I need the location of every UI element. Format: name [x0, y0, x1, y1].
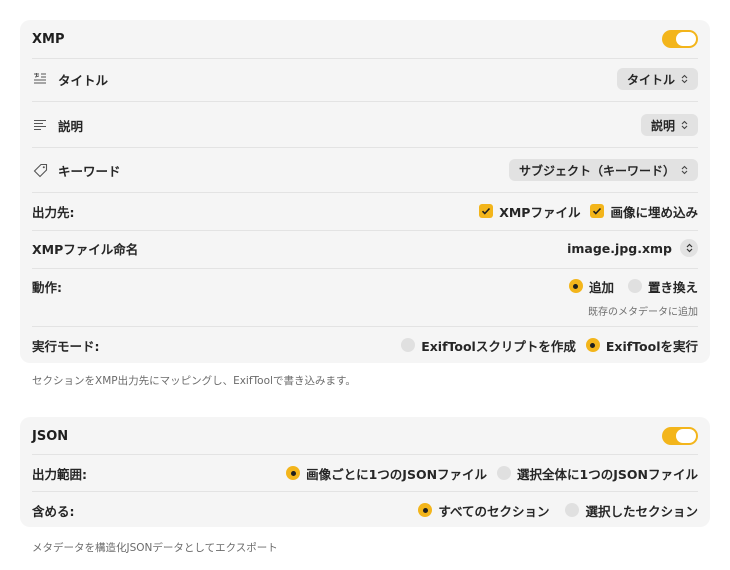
output-label: 出力先:: [32, 204, 75, 220]
toggle-knob: [676, 32, 696, 46]
divider: [32, 58, 698, 59]
chevron-updown-icon: [681, 165, 688, 175]
divider: [32, 230, 698, 231]
description-icon: [32, 117, 48, 133]
action-add-radio[interactable]: 追加: [568, 277, 614, 296]
checkmark-icon: [479, 204, 494, 218]
radio-selected-icon: [418, 503, 433, 517]
divider: [32, 454, 698, 455]
radio-selected-icon: [585, 338, 600, 352]
action-replace-label: 置き換え: [647, 279, 698, 295]
radio-selected-icon: [286, 466, 301, 480]
action-hint: 既存のメタデータに追加: [588, 307, 698, 318]
divider: [32, 192, 698, 193]
include-selected-radio[interactable]: 選択したセクション: [565, 501, 698, 520]
mode-run-label: ExifToolを実行: [605, 338, 698, 354]
output-xmp-file-label: XMPファイル: [499, 204, 581, 220]
tag-icon: [32, 162, 48, 178]
description-label: 説明: [58, 118, 84, 134]
mode-script-radio[interactable]: ExifToolスクリプトを作成: [401, 336, 576, 355]
chevron-updown-icon: [681, 120, 688, 130]
action-add-label: 追加: [588, 279, 614, 295]
toggle-knob: [676, 429, 696, 443]
divider: [32, 491, 698, 492]
radio-unselected-icon: [497, 466, 512, 480]
action-label: 動作:: [32, 279, 62, 295]
output-embed-label: 画像に埋め込み: [610, 204, 698, 220]
filename-value: image.jpg.xmp: [567, 240, 672, 256]
json-section: JSON 出力範囲: 画像ごとに1つのJSONファイル 選択全体に1つのJSON…: [20, 417, 710, 527]
xmp-toggle[interactable]: [662, 30, 698, 48]
json-section-title: JSON: [32, 428, 69, 444]
mode-script-label: ExifToolスクリプトを作成: [421, 338, 576, 354]
radio-unselected-icon: [565, 503, 580, 517]
filename-label: XMPファイル命名: [32, 241, 139, 257]
divider: [32, 101, 698, 102]
json-footer-note: メタデータを構造化JSONデータとしてエクスポート: [32, 542, 278, 554]
keywords-label: キーワード: [58, 163, 121, 179]
json-toggle[interactable]: [662, 427, 698, 445]
scope-single-radio[interactable]: 選択全体に1つのJSONファイル: [497, 464, 698, 483]
title-label: タイトル: [58, 72, 109, 88]
scope-per-image-radio[interactable]: 画像ごとに1つのJSONファイル: [286, 464, 487, 483]
action-replace-radio[interactable]: 置き換え: [627, 277, 698, 296]
title-popup-value: タイトル: [626, 72, 675, 87]
radio-selected-icon: [568, 279, 583, 293]
scope-label: 出力範囲:: [32, 466, 87, 482]
output-xmp-file-checkbox[interactable]: XMPファイル: [479, 202, 580, 221]
include-all-label: すべてのセクション: [438, 503, 550, 519]
chevron-updown-icon: [681, 74, 688, 84]
include-selected-label: 選択したセクション: [585, 503, 698, 519]
radio-unselected-icon: [627, 279, 642, 293]
scope-single-label: 選択全体に1つのJSONファイル: [517, 466, 698, 482]
title-popup[interactable]: タイトル: [616, 68, 698, 90]
description-popup-value: 説明: [650, 118, 675, 133]
keywords-popup[interactable]: サブジェクト（キーワード）: [508, 159, 698, 181]
divider: [32, 268, 698, 269]
keywords-popup-value: サブジェクト（キーワード）: [518, 163, 675, 178]
xmp-section: XMP タイトル タイトル 説明 説明 キーワード サブジェクト（キーワード） …: [20, 20, 710, 363]
xmp-footer-note: セクションをXMP出力先にマッピングし、ExifToolで書き込みます。: [32, 375, 356, 387]
divider: [32, 326, 698, 327]
mode-label: 実行モード:: [32, 338, 100, 354]
title-icon: [32, 71, 48, 87]
include-label: 含める:: [32, 503, 75, 519]
checkmark-icon: [590, 204, 605, 218]
mode-run-radio[interactable]: ExifToolを実行: [585, 336, 698, 355]
filename-format-stepper[interactable]: [680, 239, 698, 257]
divider: [32, 147, 698, 148]
radio-unselected-icon: [401, 338, 416, 352]
description-popup[interactable]: 説明: [640, 114, 698, 136]
scope-per-image-label: 画像ごとに1つのJSONファイル: [306, 466, 488, 482]
xmp-section-title: XMP: [32, 31, 65, 47]
output-embed-checkbox[interactable]: 画像に埋め込み: [590, 202, 698, 221]
include-all-radio[interactable]: すべてのセクション: [418, 501, 549, 520]
